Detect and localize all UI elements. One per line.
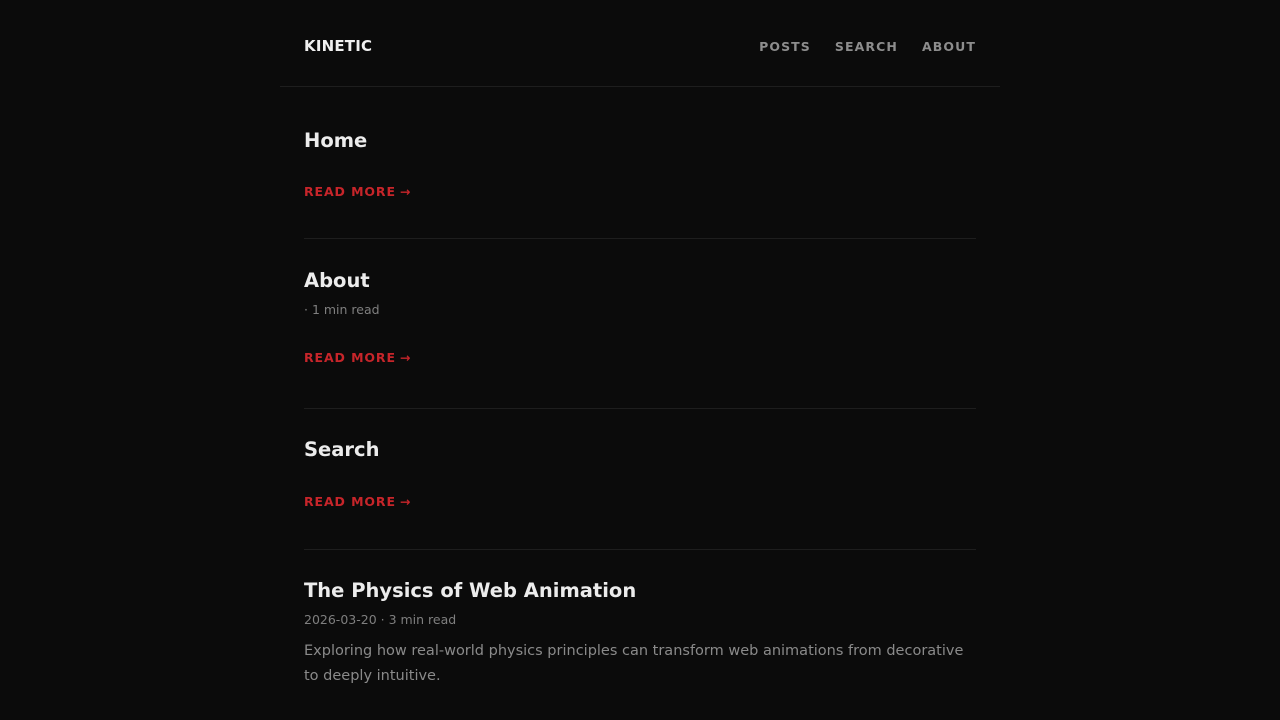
post-title[interactable]: About [304,239,976,292]
post-title[interactable]: The Physics of Web Animation [304,550,976,602]
site-header: KINETIC POSTS SEARCH ABOUT [280,0,1000,87]
post-item-search: Search READ MORE → [304,409,976,550]
post-list: Home READ MORE → About · 1 min read READ … [280,87,1000,689]
post-meta: · 1 min read [304,302,380,318]
read-more-label: READ MORE [304,350,396,366]
read-more-label: READ MORE [304,494,396,510]
post-meta: 2026-03-20 · 3 min read [304,612,457,628]
page: KINETIC POSTS SEARCH ABOUT Home READ MOR… [280,0,1000,689]
post-title[interactable]: Search [304,409,976,461]
arrow-right-icon: → [399,184,411,200]
arrow-right-icon: → [399,494,411,510]
brand-logo[interactable]: KINETIC [304,37,372,55]
post-item-home: Home READ MORE → [304,87,976,239]
main-nav: POSTS SEARCH ABOUT [759,39,976,54]
nav-about[interactable]: ABOUT [922,39,976,54]
post-item-about: About · 1 min read READ MORE → [304,239,976,409]
post-excerpt: Exploring how real-world physics princip… [304,643,964,685]
arrow-right-icon: → [399,350,411,366]
read-more-label: READ MORE [304,184,396,200]
nav-posts[interactable]: POSTS [759,39,811,54]
read-more-link[interactable]: READ MORE → [304,184,410,199]
post-title[interactable]: Home [304,87,976,152]
post-item-physics: The Physics of Web Animation 2026-03-20 … [304,550,976,689]
read-more-link[interactable]: READ MORE → [304,494,410,509]
nav-search[interactable]: SEARCH [835,39,898,54]
read-more-link[interactable]: READ MORE → [304,350,410,365]
